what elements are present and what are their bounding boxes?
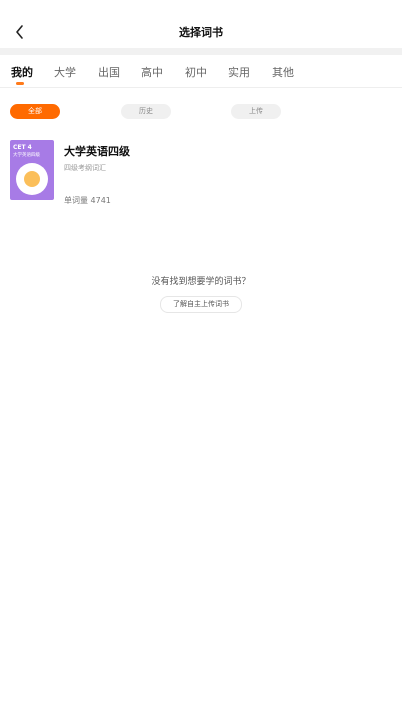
cover-yolk bbox=[24, 171, 40, 187]
book-subtitle: 四级考纲词汇 bbox=[64, 164, 106, 172]
tab-abroad[interactable]: 出国 bbox=[98, 64, 120, 80]
tab-middle-school[interactable]: 初中 bbox=[185, 64, 207, 80]
header-divider bbox=[0, 48, 402, 55]
filter-all-chip[interactable]: 全部 bbox=[10, 104, 60, 119]
category-tabs: 我的 大学 出国 高中 初中 实用 其他 bbox=[0, 55, 402, 88]
cover-egg-illustration bbox=[16, 163, 48, 195]
filter-history-chip[interactable]: 历史 bbox=[121, 104, 171, 119]
tab-practical[interactable]: 实用 bbox=[228, 64, 250, 80]
not-found-question: 没有找到想要学的词书？ bbox=[151, 277, 251, 287]
tab-high-school[interactable]: 高中 bbox=[141, 64, 163, 80]
tab-mine[interactable]: 我的 bbox=[11, 64, 33, 80]
book-card[interactable]: CET 4 大学英语四级 大学英语四级 四级考纲词汇 单词量 4741 bbox=[10, 140, 390, 208]
tab-college[interactable]: 大学 bbox=[54, 64, 76, 80]
book-cover: CET 4 大学英语四级 bbox=[10, 140, 54, 200]
page-title: 选择词书 bbox=[179, 26, 223, 39]
tab-other[interactable]: 其他 bbox=[272, 64, 294, 80]
learn-upload-button[interactable]: 了解自主上传词书 bbox=[160, 296, 242, 313]
cover-title: 大学英语四级 bbox=[13, 153, 40, 158]
cover-badge: CET 4 bbox=[13, 144, 32, 151]
filter-upload-chip[interactable]: 上传 bbox=[231, 104, 281, 119]
header-bar: 选择词书 bbox=[0, 0, 402, 48]
book-word-count: 单词量 4741 bbox=[64, 196, 111, 205]
active-tab-indicator bbox=[16, 82, 24, 85]
book-title: 大学英语四级 bbox=[64, 145, 130, 158]
